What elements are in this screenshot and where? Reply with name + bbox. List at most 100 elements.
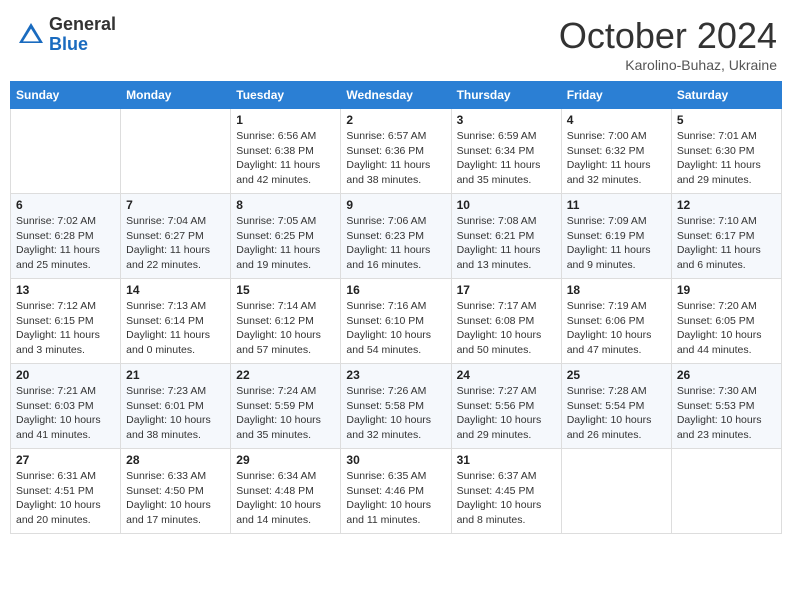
calendar-week-row: 6 Sunrise: 7:02 AM Sunset: 6:28 PM Dayli…: [11, 194, 782, 279]
daylight-text: Daylight: 10 hours and 29 minutes.: [457, 414, 542, 441]
calendar-cell: 20 Sunrise: 7:21 AM Sunset: 6:03 PM Dayl…: [11, 364, 121, 449]
sunset-text: Sunset: 6:03 PM: [16, 400, 94, 412]
daylight-text: Daylight: 10 hours and 57 minutes.: [236, 329, 321, 356]
sunrise-text: Sunrise: 7:20 AM: [677, 300, 757, 312]
logo-general: General: [49, 15, 116, 35]
calendar-cell: 14 Sunrise: 7:13 AM Sunset: 6:14 PM Dayl…: [121, 279, 231, 364]
day-info: Sunrise: 7:27 AM Sunset: 5:56 PM Dayligh…: [457, 384, 556, 443]
daylight-text: Daylight: 11 hours and 22 minutes.: [126, 244, 210, 271]
day-number: 31: [457, 453, 556, 467]
day-info: Sunrise: 7:28 AM Sunset: 5:54 PM Dayligh…: [567, 384, 666, 443]
day-info: Sunrise: 7:12 AM Sunset: 6:15 PM Dayligh…: [16, 299, 115, 358]
daylight-text: Daylight: 11 hours and 29 minutes.: [677, 159, 761, 186]
day-number: 25: [567, 368, 666, 382]
sunset-text: Sunset: 4:45 PM: [457, 485, 535, 497]
sunrise-text: Sunrise: 7:09 AM: [567, 215, 647, 227]
sunset-text: Sunset: 6:38 PM: [236, 145, 314, 157]
sunrise-text: Sunrise: 7:08 AM: [457, 215, 537, 227]
calendar-week-row: 13 Sunrise: 7:12 AM Sunset: 6:15 PM Dayl…: [11, 279, 782, 364]
daylight-text: Daylight: 10 hours and 14 minutes.: [236, 499, 321, 526]
daylight-text: Daylight: 10 hours and 11 minutes.: [346, 499, 431, 526]
daylight-text: Daylight: 11 hours and 13 minutes.: [457, 244, 541, 271]
sunset-text: Sunset: 6:30 PM: [677, 145, 755, 157]
calendar-cell: [11, 109, 121, 194]
daylight-text: Daylight: 11 hours and 35 minutes.: [457, 159, 541, 186]
sunrise-text: Sunrise: 7:10 AM: [677, 215, 757, 227]
calendar-cell: 11 Sunrise: 7:09 AM Sunset: 6:19 PM Dayl…: [561, 194, 671, 279]
day-info: Sunrise: 7:30 AM Sunset: 5:53 PM Dayligh…: [677, 384, 776, 443]
calendar-week-row: 27 Sunrise: 6:31 AM Sunset: 4:51 PM Dayl…: [11, 449, 782, 534]
sunrise-text: Sunrise: 7:26 AM: [346, 385, 426, 397]
day-number: 20: [16, 368, 115, 382]
day-number: 14: [126, 283, 225, 297]
logo-blue: Blue: [49, 35, 116, 55]
sunrise-text: Sunrise: 7:17 AM: [457, 300, 537, 312]
day-info: Sunrise: 7:17 AM Sunset: 6:08 PM Dayligh…: [457, 299, 556, 358]
calendar-cell: 12 Sunrise: 7:10 AM Sunset: 6:17 PM Dayl…: [671, 194, 781, 279]
day-info: Sunrise: 6:57 AM Sunset: 6:36 PM Dayligh…: [346, 129, 445, 188]
calendar-cell: 27 Sunrise: 6:31 AM Sunset: 4:51 PM Dayl…: [11, 449, 121, 534]
daylight-text: Daylight: 10 hours and 32 minutes.: [346, 414, 431, 441]
calendar-cell: 29 Sunrise: 6:34 AM Sunset: 4:48 PM Dayl…: [231, 449, 341, 534]
calendar-cell: 23 Sunrise: 7:26 AM Sunset: 5:58 PM Dayl…: [341, 364, 451, 449]
sunrise-text: Sunrise: 7:12 AM: [16, 300, 96, 312]
day-number: 2: [346, 113, 445, 127]
calendar-cell: 26 Sunrise: 7:30 AM Sunset: 5:53 PM Dayl…: [671, 364, 781, 449]
day-info: Sunrise: 6:35 AM Sunset: 4:46 PM Dayligh…: [346, 469, 445, 528]
weekday-header-wednesday: Wednesday: [341, 82, 451, 109]
sunrise-text: Sunrise: 7:30 AM: [677, 385, 757, 397]
daylight-text: Daylight: 11 hours and 9 minutes.: [567, 244, 651, 271]
sunset-text: Sunset: 6:21 PM: [457, 230, 535, 242]
day-number: 4: [567, 113, 666, 127]
sunset-text: Sunset: 6:12 PM: [236, 315, 314, 327]
sunrise-text: Sunrise: 6:34 AM: [236, 470, 316, 482]
day-number: 15: [236, 283, 335, 297]
day-info: Sunrise: 7:04 AM Sunset: 6:27 PM Dayligh…: [126, 214, 225, 273]
sunrise-text: Sunrise: 7:06 AM: [346, 215, 426, 227]
sunset-text: Sunset: 6:25 PM: [236, 230, 314, 242]
calendar-cell: 28 Sunrise: 6:33 AM Sunset: 4:50 PM Dayl…: [121, 449, 231, 534]
calendar-cell: 18 Sunrise: 7:19 AM Sunset: 6:06 PM Dayl…: [561, 279, 671, 364]
calendar-cell: 25 Sunrise: 7:28 AM Sunset: 5:54 PM Dayl…: [561, 364, 671, 449]
day-number: 21: [126, 368, 225, 382]
daylight-text: Daylight: 10 hours and 20 minutes.: [16, 499, 101, 526]
sunrise-text: Sunrise: 6:57 AM: [346, 130, 426, 142]
day-info: Sunrise: 7:26 AM Sunset: 5:58 PM Dayligh…: [346, 384, 445, 443]
sunset-text: Sunset: 5:56 PM: [457, 400, 535, 412]
calendar-cell: 4 Sunrise: 7:00 AM Sunset: 6:32 PM Dayli…: [561, 109, 671, 194]
daylight-text: Daylight: 11 hours and 42 minutes.: [236, 159, 320, 186]
sunset-text: Sunset: 6:05 PM: [677, 315, 755, 327]
sunset-text: Sunset: 5:54 PM: [567, 400, 645, 412]
sunrise-text: Sunrise: 6:31 AM: [16, 470, 96, 482]
day-info: Sunrise: 7:20 AM Sunset: 6:05 PM Dayligh…: [677, 299, 776, 358]
daylight-text: Daylight: 10 hours and 44 minutes.: [677, 329, 762, 356]
day-info: Sunrise: 7:19 AM Sunset: 6:06 PM Dayligh…: [567, 299, 666, 358]
sunrise-text: Sunrise: 6:56 AM: [236, 130, 316, 142]
day-number: 17: [457, 283, 556, 297]
sunset-text: Sunset: 5:53 PM: [677, 400, 755, 412]
day-info: Sunrise: 7:23 AM Sunset: 6:01 PM Dayligh…: [126, 384, 225, 443]
weekday-header-friday: Friday: [561, 82, 671, 109]
sunset-text: Sunset: 6:14 PM: [126, 315, 204, 327]
title-block: October 2024 Karolino-Buhaz, Ukraine: [559, 15, 777, 73]
day-number: 30: [346, 453, 445, 467]
daylight-text: Daylight: 11 hours and 38 minutes.: [346, 159, 430, 186]
calendar-week-row: 20 Sunrise: 7:21 AM Sunset: 6:03 PM Dayl…: [11, 364, 782, 449]
sunset-text: Sunset: 5:58 PM: [346, 400, 424, 412]
day-number: 16: [346, 283, 445, 297]
day-info: Sunrise: 7:08 AM Sunset: 6:21 PM Dayligh…: [457, 214, 556, 273]
day-number: 7: [126, 198, 225, 212]
sunset-text: Sunset: 6:32 PM: [567, 145, 645, 157]
weekday-header-monday: Monday: [121, 82, 231, 109]
calendar-cell: [121, 109, 231, 194]
day-number: 26: [677, 368, 776, 382]
weekday-header-row: SundayMondayTuesdayWednesdayThursdayFrid…: [11, 82, 782, 109]
day-number: 12: [677, 198, 776, 212]
daylight-text: Daylight: 11 hours and 6 minutes.: [677, 244, 761, 271]
calendar-cell: 30 Sunrise: 6:35 AM Sunset: 4:46 PM Dayl…: [341, 449, 451, 534]
weekday-header-thursday: Thursday: [451, 82, 561, 109]
sunrise-text: Sunrise: 7:05 AM: [236, 215, 316, 227]
day-number: 29: [236, 453, 335, 467]
daylight-text: Daylight: 11 hours and 19 minutes.: [236, 244, 320, 271]
sunset-text: Sunset: 6:34 PM: [457, 145, 535, 157]
